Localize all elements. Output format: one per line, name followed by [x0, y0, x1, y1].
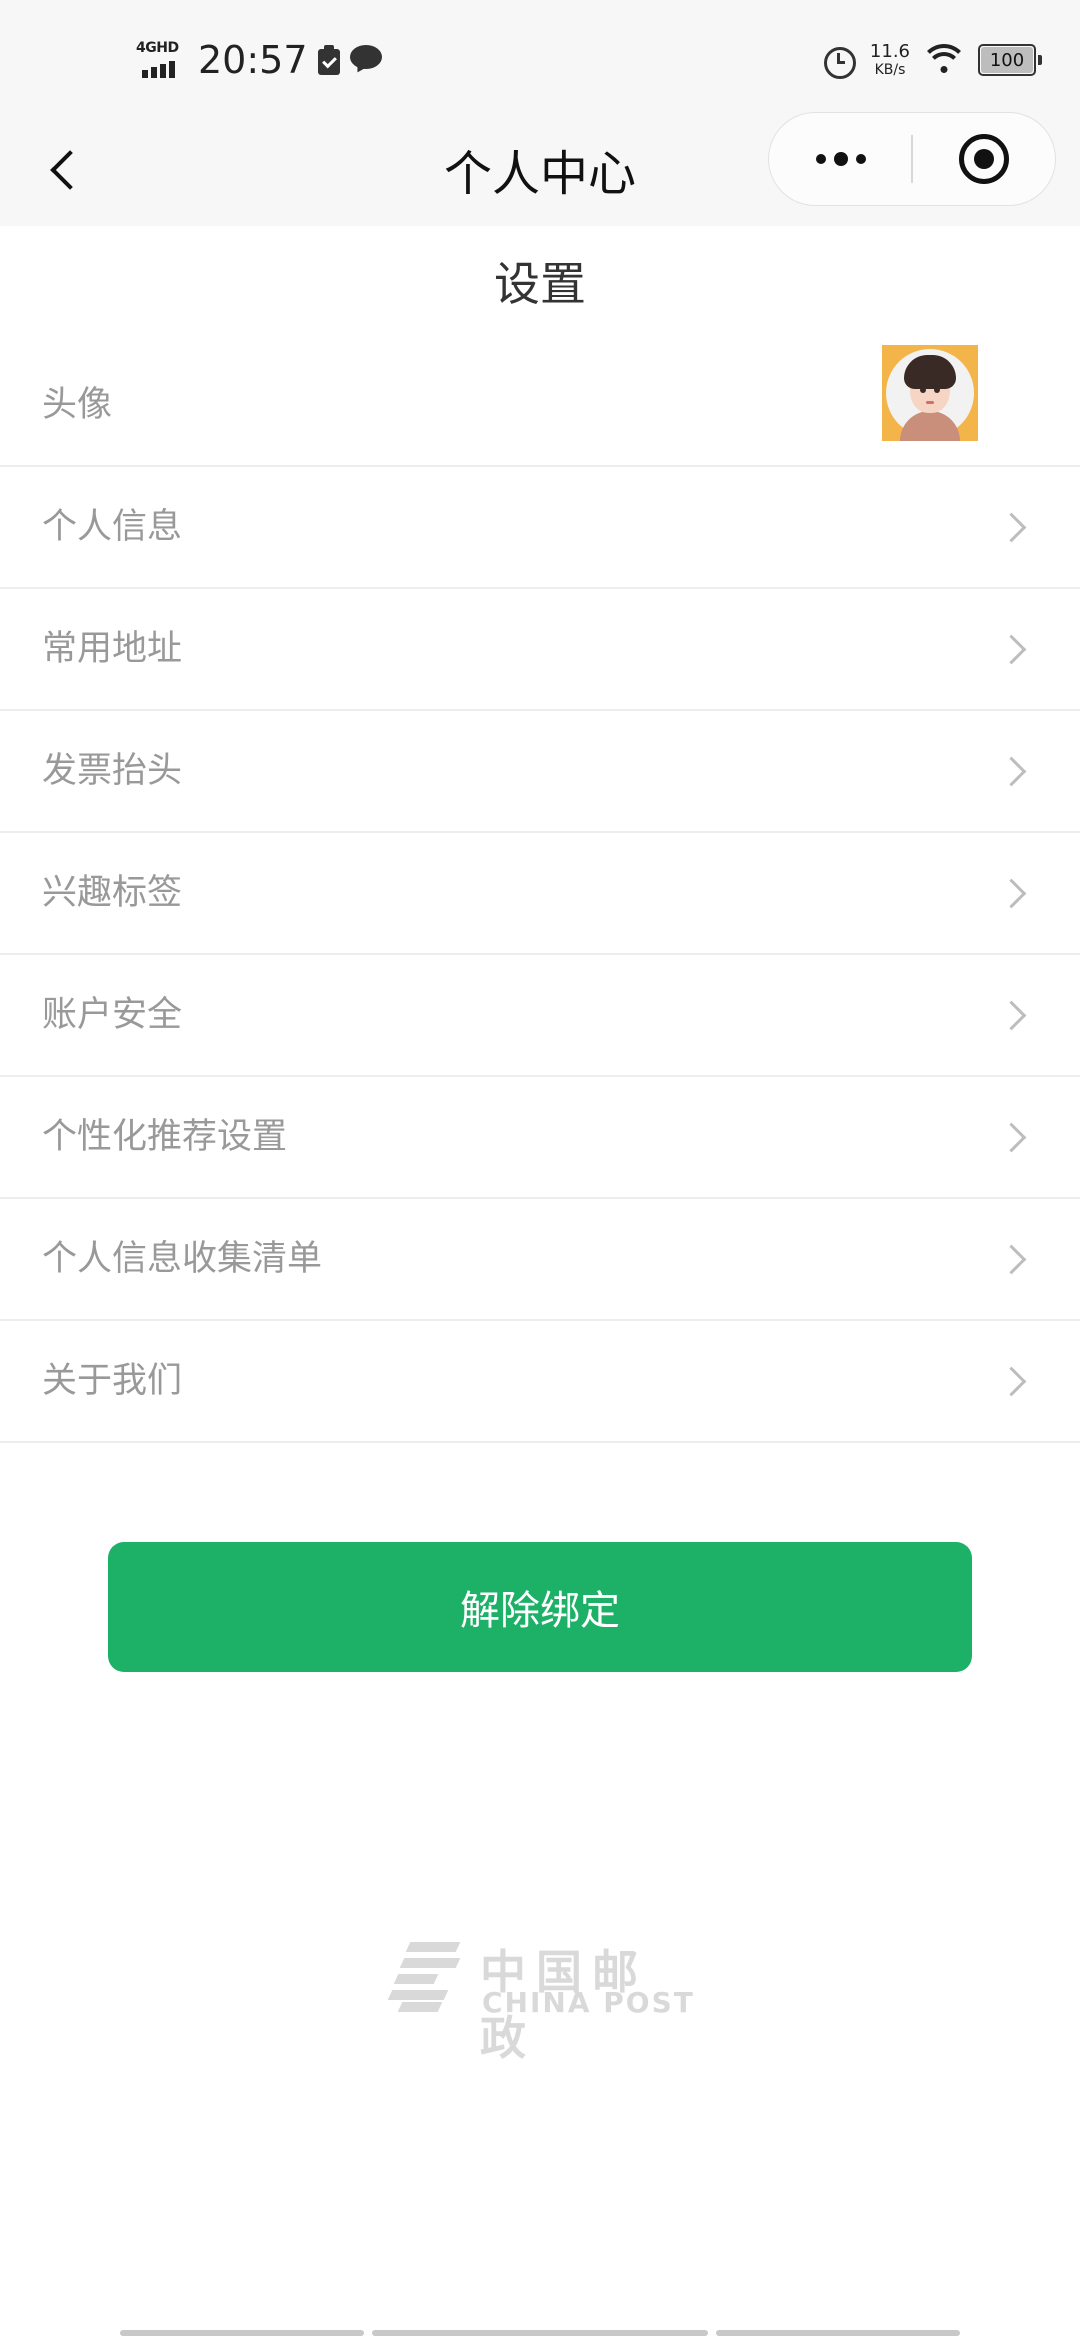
unbind-button[interactable]: 解除绑定 — [108, 1542, 972, 1672]
settings-list: 头像 个人信息 常用地址 发票抬头 兴趣标签 账户安全 个性化推荐设置 个人信息… — [0, 345, 1080, 1443]
section-title: 设置 — [494, 257, 586, 311]
status-right: 11.6 KB/s 100 — [822, 36, 1042, 84]
chevron-right-icon — [996, 634, 1027, 665]
settings-row-label: 关于我们 — [42, 1361, 183, 1401]
target-circle-icon — [959, 134, 1009, 184]
home-indicator-segment — [120, 2330, 364, 2336]
header-area: 4GHD 20:57 11.6 KB/s 100 个人中心 — [0, 0, 1080, 226]
settings-row-addresses[interactable]: 常用地址 — [0, 589, 1080, 711]
speed-unit: KB/s — [874, 62, 906, 78]
more-button[interactable] — [769, 113, 912, 205]
alarm-icon — [822, 43, 856, 79]
logo-text-en: CHINA POST — [482, 1986, 695, 2019]
wifi-icon — [924, 44, 964, 76]
settings-row-label: 常用地址 — [42, 629, 183, 669]
china-post-emblem-icon — [386, 1940, 466, 2012]
settings-row-personal-info[interactable]: 个人信息 — [0, 467, 1080, 589]
home-indicator-segment — [372, 2330, 708, 2336]
more-dots-icon — [815, 154, 826, 164]
settings-row-label: 个性化推荐设置 — [42, 1117, 288, 1157]
settings-row-label: 个人信息收集清单 — [42, 1239, 323, 1279]
chevron-right-icon — [996, 512, 1027, 543]
chevron-right-icon — [996, 1244, 1027, 1275]
miniprogram-capsule — [768, 112, 1056, 206]
close-miniprogram-button[interactable] — [913, 113, 1055, 205]
settings-row-avatar[interactable]: 头像 — [0, 345, 1080, 467]
chevron-right-icon — [996, 1000, 1027, 1031]
network-speed: 11.6 KB/s — [869, 41, 910, 78]
battery-icon: 100 — [978, 44, 1042, 76]
settings-row-invoice-title[interactable]: 发票抬头 — [0, 711, 1080, 833]
chevron-right-icon — [996, 1366, 1027, 1397]
clipboard-check-icon — [317, 45, 340, 75]
settings-row-personalized-recommendation[interactable]: 个性化推荐设置 — [0, 1077, 1080, 1199]
settings-row-account-security[interactable]: 账户安全 — [0, 955, 1080, 1077]
chevron-right-icon — [996, 756, 1027, 787]
settings-row-label: 头像 — [42, 385, 113, 425]
avatar[interactable] — [882, 345, 978, 441]
battery-level: 100 — [981, 47, 1033, 73]
chevron-right-icon — [996, 1122, 1027, 1153]
status-left: 4GHD 20:57 — [136, 36, 384, 84]
speed-value: 11.6 — [869, 41, 910, 62]
settings-row-about-us[interactable]: 关于我们 — [0, 1321, 1080, 1443]
nav-bar: 个人中心 — [0, 112, 1080, 226]
network-type: 4GHD — [136, 40, 179, 56]
settings-row-label: 发票抬头 — [42, 751, 183, 791]
settings-row-label: 兴趣标签 — [42, 873, 183, 913]
status-bar: 4GHD 20:57 11.6 KB/s 100 — [0, 0, 1080, 120]
settings-row-label: 账户安全 — [42, 995, 183, 1035]
china-post-logo: 中国邮政 CHINA POST — [386, 1936, 696, 2065]
settings-row-interest-tags[interactable]: 兴趣标签 — [0, 833, 1080, 955]
cellular-signal-icon: 4GHD — [136, 40, 188, 80]
settings-row-data-collection-list[interactable]: 个人信息收集清单 — [0, 1199, 1080, 1321]
message-bubble-icon — [349, 45, 384, 76]
settings-row-label: 个人信息 — [42, 507, 183, 547]
chevron-right-icon — [996, 878, 1027, 909]
status-time: 20:57 — [198, 38, 308, 82]
home-indicator-segment — [716, 2330, 960, 2336]
